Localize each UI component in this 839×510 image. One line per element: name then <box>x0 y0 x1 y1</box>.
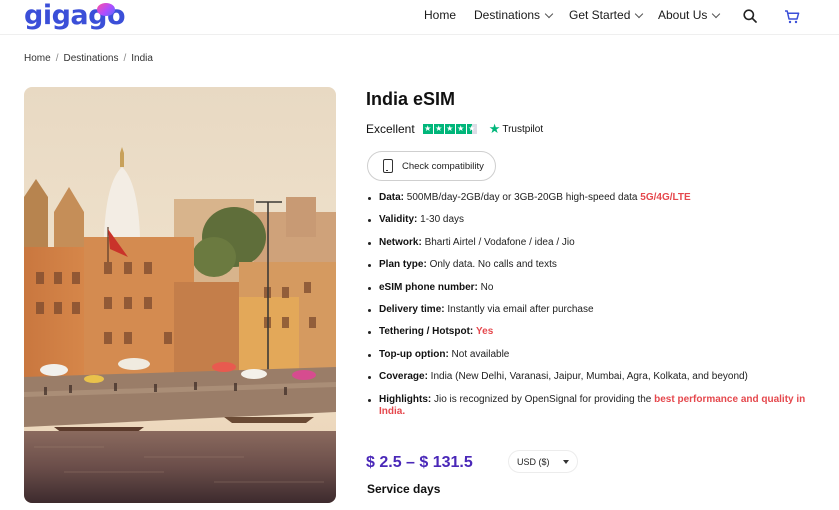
chevron-down-icon <box>712 9 721 18</box>
spec-item-data: Data: 500MB/day-2GB/day or 3GB-20GB high… <box>366 192 816 204</box>
check-compatibility-button[interactable]: Check compatibility <box>367 151 496 181</box>
nav-about-us-label: About Us <box>658 8 708 22</box>
spec-label: Top-up option: <box>379 348 449 360</box>
caret-down-icon <box>563 460 569 464</box>
spec-item-validity: Validity: 1-30 days <box>366 214 816 226</box>
half-star-icon: ★ <box>466 124 477 134</box>
breadcrumb-home[interactable]: Home <box>24 53 51 64</box>
trustpilot-stars: ★ ★ ★ ★ ★ <box>422 124 477 134</box>
logo-mark-icon <box>97 3 115 16</box>
nav-about-us[interactable]: About Us <box>658 8 721 22</box>
spec-item-highlights: Highlights: Jio is recognized by OpenSig… <box>366 394 816 418</box>
service-days-label: Service days <box>367 482 441 496</box>
phone-icon <box>383 159 393 173</box>
spec-text: Bharti Airtel / Vodafone / idea / Jio <box>421 236 575 248</box>
price-range: $ 2.5 – $ 131.5 <box>366 454 473 471</box>
spec-label: Plan type: <box>379 259 427 271</box>
star-icon: ★ <box>444 124 455 134</box>
spec-item-tethering: Tethering / Hotspot: Yes <box>366 326 816 338</box>
nav-home[interactable]: Home <box>424 8 456 22</box>
spec-label: Data: <box>379 192 405 203</box>
spec-label: Network: <box>379 236 422 248</box>
chevron-down-icon <box>635 9 644 18</box>
spec-label: Tethering / Hotspot: <box>379 326 474 338</box>
nav-destinations-label: Destinations <box>474 8 541 22</box>
spec-label: Highlights: <box>379 393 432 405</box>
spec-text: No <box>477 281 494 293</box>
star-icon: ★ <box>455 124 466 134</box>
spec-text: Jio is recognized by OpenSignal for prov… <box>431 393 655 405</box>
breadcrumb-separator: / <box>55 53 59 64</box>
spec-list: Data: 500MB/day-2GB/day or 3GB-20GB high… <box>366 192 816 428</box>
nav-get-started-label: Get Started <box>569 8 631 22</box>
trustpilot-star-icon: ★ <box>488 121 501 136</box>
spec-text: Not available <box>448 348 510 360</box>
breadcrumb-current: India <box>131 53 153 64</box>
spec-label: Coverage: <box>379 371 428 383</box>
currency-select[interactable]: USD ($) <box>508 450 578 473</box>
site-header: gigago Home Destinations Get Started Abo… <box>0 0 839 35</box>
check-compatibility-label: Check compatibility <box>402 160 484 172</box>
product-title: India eSIM <box>366 89 456 109</box>
trustpilot-logo[interactable]: ★ Trustpilot <box>488 121 544 136</box>
trustpilot-label: Trustpilot <box>502 123 544 135</box>
rating-label: Excellent <box>366 122 415 136</box>
spec-text: Only data. No calls and texts <box>426 259 557 271</box>
spec-item-delivery-time: Delivery time: Instantly via email after… <box>366 304 816 316</box>
chevron-down-icon <box>544 9 554 18</box>
search-icon[interactable] <box>743 9 757 23</box>
nav-destinations[interactable]: Destinations <box>474 8 554 22</box>
spec-text: India (New Delhi, Varanasi, Jaipur, Mumb… <box>427 371 748 383</box>
rating-row: Excellent ★ ★ ★ ★ ★ ★ Trustpilot <box>366 122 543 136</box>
breadcrumb-separator: / <box>123 53 127 64</box>
product-hero-image <box>24 87 336 503</box>
cart-icon[interactable] <box>784 9 800 24</box>
spec-highlight: 5G/4G/LTE <box>640 192 691 203</box>
spec-label: eSIM phone number: <box>379 281 478 293</box>
spec-label: Validity: <box>379 214 418 226</box>
spec-highlight: Yes <box>476 326 494 338</box>
currency-value: USD ($) <box>517 456 550 467</box>
star-icon: ★ <box>433 124 444 134</box>
spec-item-esim-phone-number: eSIM phone number: No <box>366 282 816 294</box>
spec-label: Delivery time: <box>379 303 445 315</box>
spec-text: Instantly via email after purchase <box>444 303 594 315</box>
nav-home-label: Home <box>424 8 457 22</box>
spec-item-coverage: Coverage: India (New Delhi, Varanasi, Ja… <box>366 371 816 383</box>
spec-text: 1-30 days <box>417 214 465 226</box>
spec-item-top-up: Top-up option: Not available <box>366 349 816 361</box>
spec-item-plan-type: Plan type: Only data. No calls and texts <box>366 259 816 271</box>
breadcrumb-destinations[interactable]: Destinations <box>63 53 118 64</box>
nav-get-started[interactable]: Get Started <box>569 8 644 22</box>
varanasi-ghats-illustration <box>24 87 336 503</box>
spec-item-network: Network: Bharti Airtel / Vodafone / idea… <box>366 237 816 249</box>
spec-text: 500MB/day-2GB/day or 3GB-20GB high-speed… <box>404 192 641 203</box>
breadcrumb: Home / Destinations / India <box>24 53 153 64</box>
star-icon: ★ <box>422 124 433 134</box>
